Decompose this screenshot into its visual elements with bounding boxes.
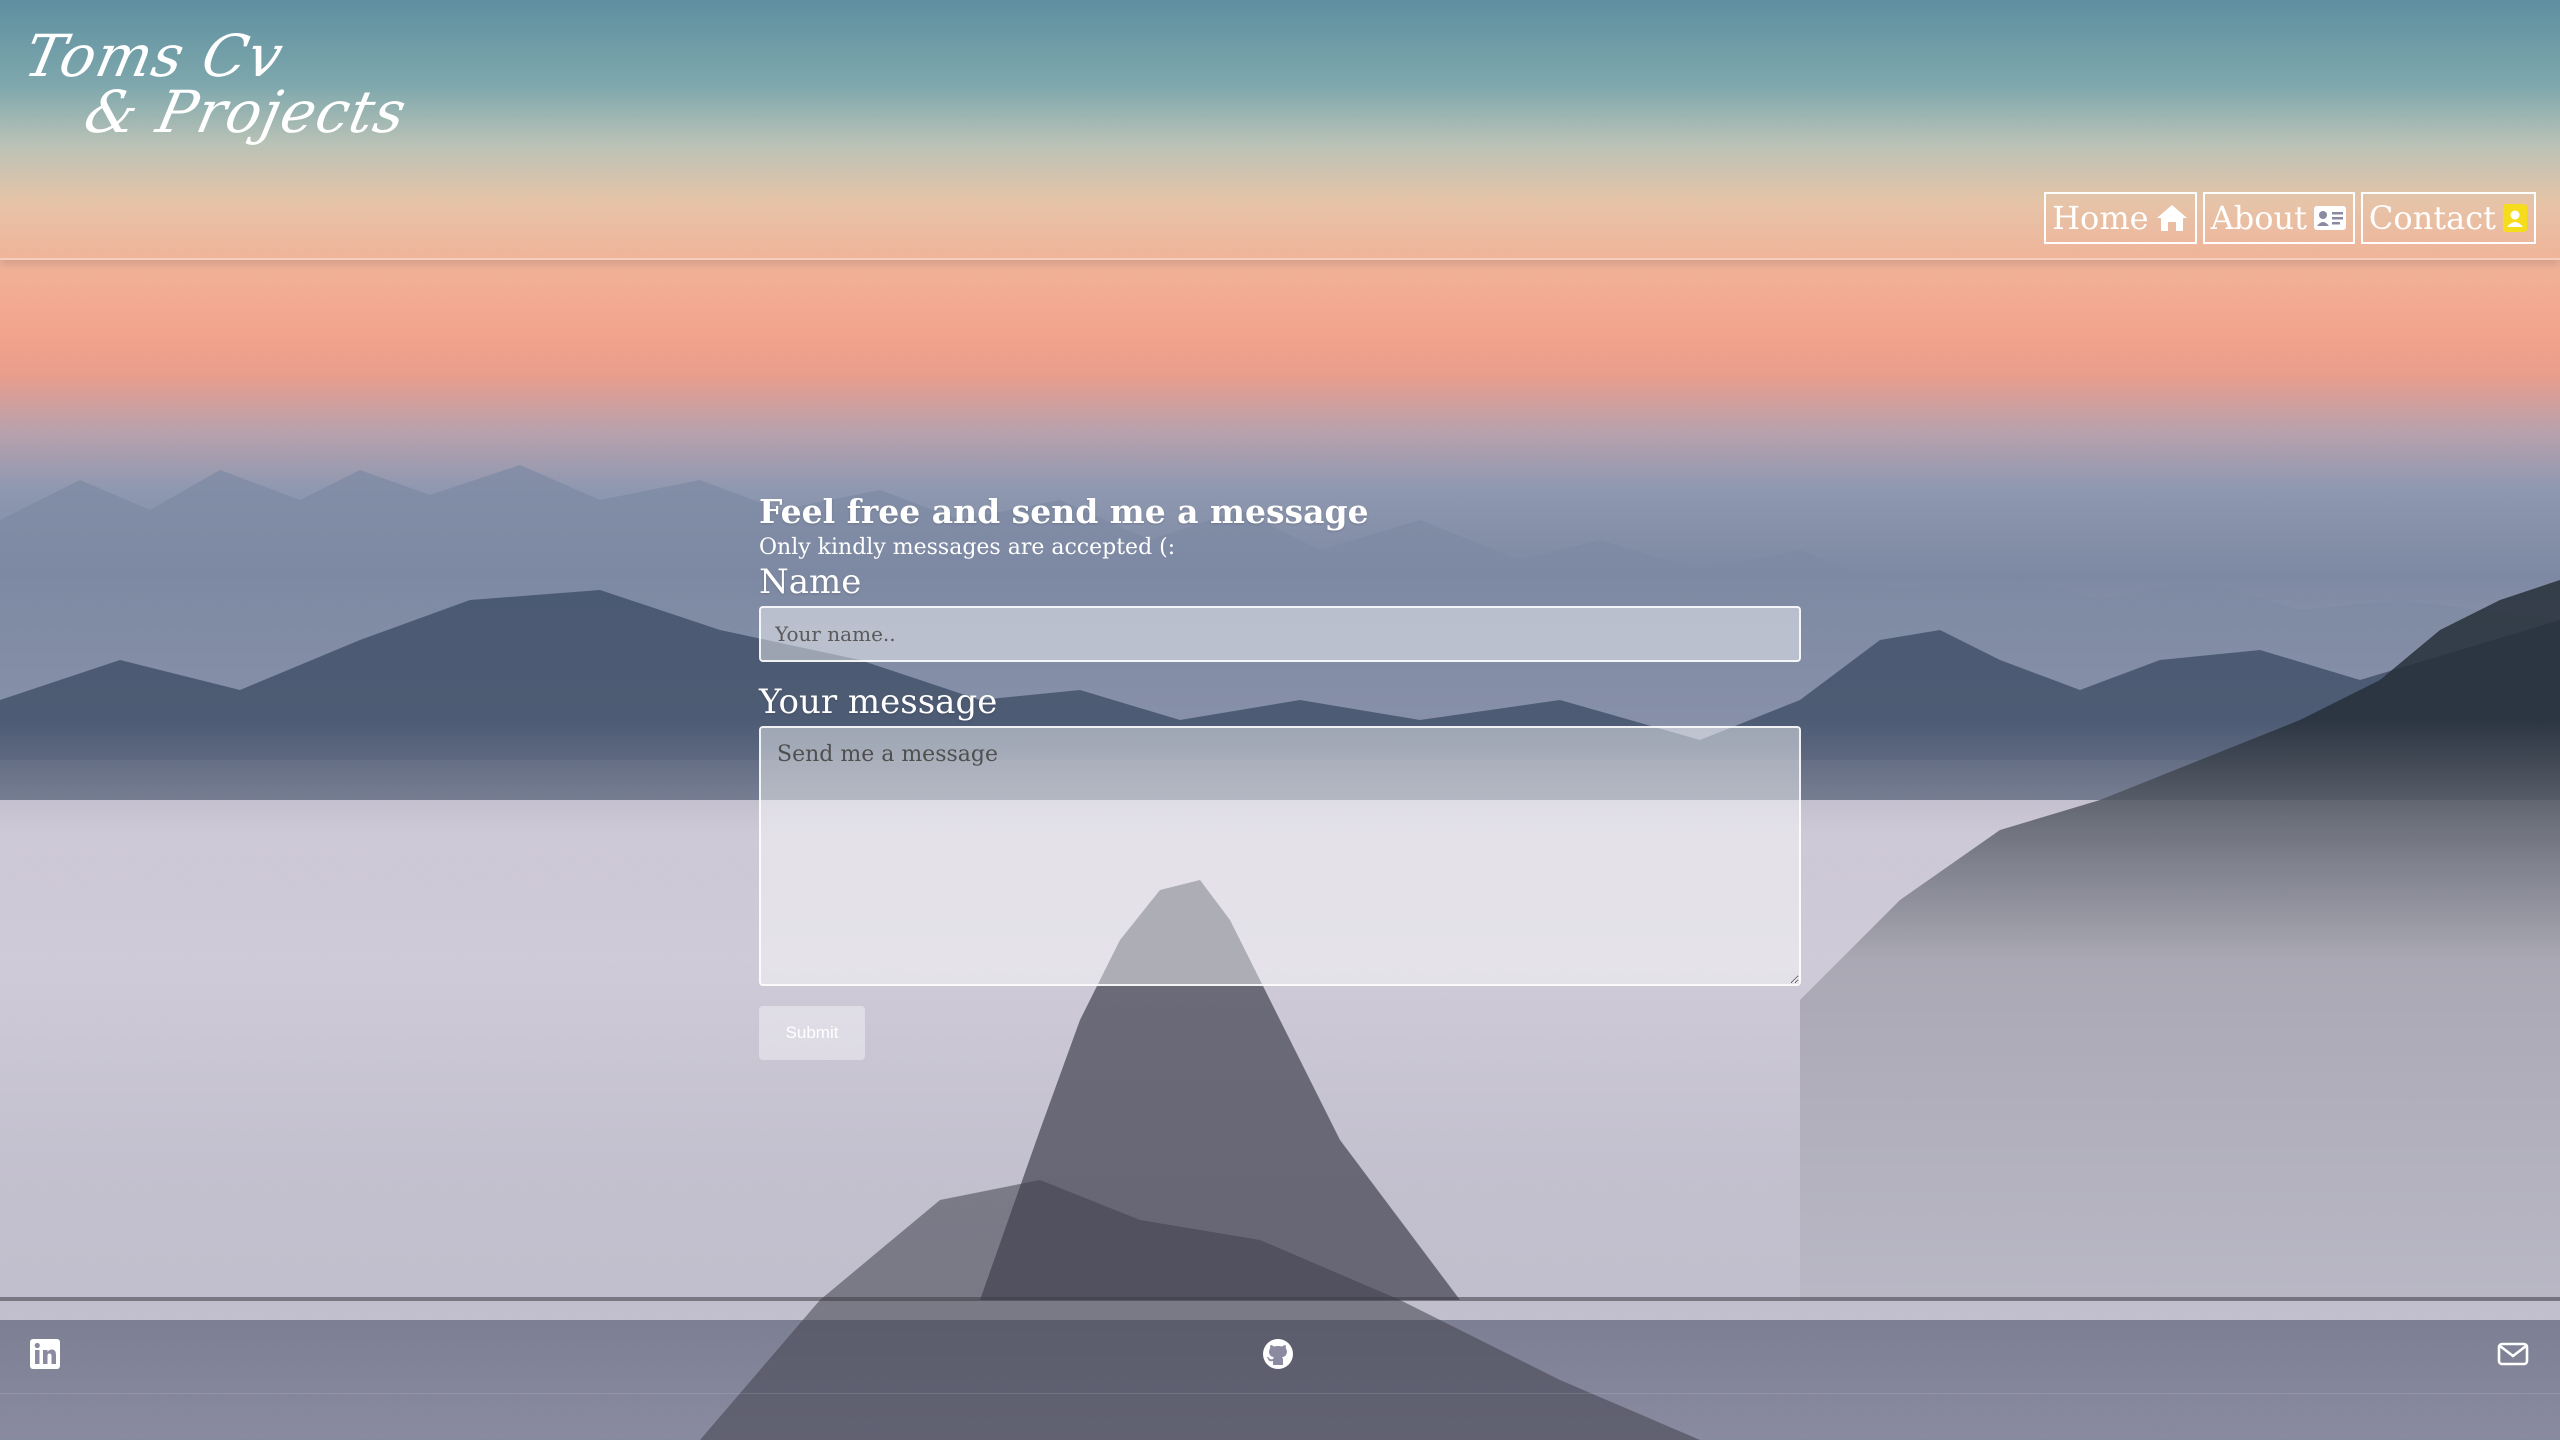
nav-item-home-label: Home [2052, 199, 2149, 237]
site-footer [0, 1297, 2560, 1440]
contact-icon [2502, 203, 2528, 233]
main-nav: Home About Contact [2044, 192, 2536, 244]
footer-divider [0, 1393, 2560, 1394]
site-logo[interactable]: Toms Cv & Projects [19, 22, 413, 154]
message-label: Your message [759, 682, 998, 722]
name-input[interactable] [759, 606, 1801, 662]
nav-item-about[interactable]: About [2202, 192, 2355, 244]
home-icon [2155, 203, 2189, 233]
name-label: Name [759, 562, 862, 602]
mail-icon[interactable] [2496, 1337, 2530, 1371]
submit-button[interactable]: Submit [759, 1006, 865, 1060]
site-header: Toms Cv & Projects Home About Contact [0, 0, 2560, 260]
form-subheading: Only kindly messages are accepted (: [759, 535, 1176, 560]
logo-line-2: & Projects [78, 78, 413, 146]
form-heading: Feel free and send me a message [759, 492, 1369, 531]
nav-item-contact[interactable]: Contact [2360, 192, 2536, 244]
message-textarea[interactable] [759, 726, 1801, 986]
linkedin-icon[interactable] [28, 1337, 62, 1371]
id-card-icon [2313, 204, 2347, 232]
nav-item-about-label: About [2210, 199, 2307, 237]
contact-form-section: Feel free and send me a message Only kin… [759, 490, 1801, 1060]
github-icon[interactable] [1261, 1337, 1295, 1371]
nav-item-contact-label: Contact [2368, 199, 2496, 237]
contact-form: Name Your message Submit [759, 562, 1801, 1060]
nav-item-home[interactable]: Home [2044, 192, 2197, 244]
